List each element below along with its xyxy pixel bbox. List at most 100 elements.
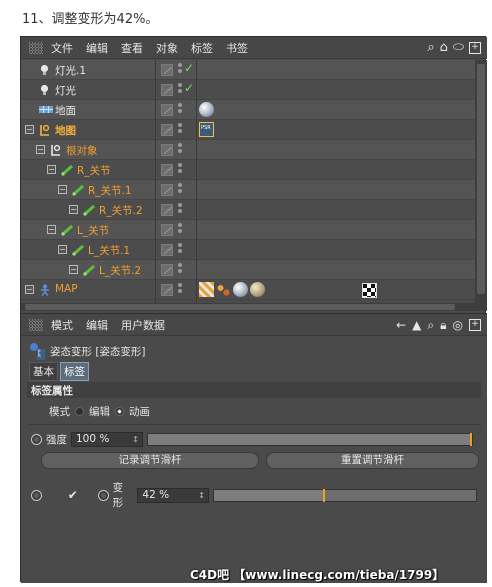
layer-swatch[interactable] — [161, 224, 173, 236]
expand-toggle-icon[interactable]: − — [69, 265, 78, 274]
visibility-dots-icon[interactable] — [178, 183, 183, 197]
sphere2-tag-icon[interactable] — [250, 282, 265, 297]
layer-swatch[interactable] — [161, 64, 173, 76]
stepper-arrows-icon[interactable]: ↕ — [198, 489, 205, 502]
tree-row[interactable]: − L_关节.1 — [21, 240, 475, 260]
expand-toggle-icon[interactable]: − — [58, 245, 67, 254]
strength-input[interactable]: 100 % ↕ — [71, 432, 143, 447]
expand-toggle-icon[interactable]: − — [69, 205, 78, 214]
morph-keyframe-button[interactable] — [97, 489, 109, 501]
sphere-tag-icon[interactable] — [199, 102, 214, 117]
layer-swatch[interactable] — [161, 204, 173, 216]
tree-row[interactable]: − R_关节 — [21, 160, 475, 180]
tree-row[interactable]: − L_关节 — [21, 220, 475, 240]
tree-horizontal-scrollbar[interactable] — [21, 303, 487, 311]
visibility-dots-icon[interactable] — [178, 243, 183, 257]
visibility-dots-icon[interactable] — [178, 203, 183, 217]
visibility-dots-icon[interactable] — [178, 103, 183, 117]
tab-tag[interactable]: 标签 — [60, 362, 89, 381]
object-name[interactable]: L_关节.1 — [88, 243, 130, 258]
strength-slider-handle[interactable] — [470, 433, 472, 446]
enabled-check-icon[interactable]: ✓ — [184, 61, 194, 75]
object-name[interactable]: 灯光.1 — [55, 63, 86, 78]
new-panel-icon[interactable]: + — [469, 41, 481, 54]
tree-row[interactable]: − 地图 — [21, 120, 475, 140]
mode-animate-radio[interactable] — [115, 407, 124, 416]
link-icon[interactable]: ⬭ — [453, 40, 464, 55]
record-sliders-button[interactable]: 记录调节滑杆 — [41, 452, 259, 469]
expand-toggle-icon[interactable]: − — [58, 185, 67, 194]
visibility-dots-icon[interactable] — [178, 63, 183, 77]
menu-mode[interactable]: 模式 — [51, 317, 73, 333]
mode-edit-radio[interactable] — [75, 407, 84, 416]
layer-swatch[interactable] — [161, 104, 173, 116]
visibility-dots-icon[interactable] — [178, 123, 183, 137]
tree-row[interactable]: − R_关节.2 — [21, 200, 475, 220]
menu-edit[interactable]: 编辑 — [86, 40, 108, 56]
menu-file[interactable]: 文件 — [51, 40, 73, 56]
layer-swatch[interactable] — [161, 124, 173, 136]
object-name[interactable]: 地图 — [55, 123, 76, 138]
menu-view[interactable]: 查看 — [121, 40, 143, 56]
menu-bookmarks[interactable]: 书签 — [226, 40, 248, 56]
morph-slider[interactable] — [212, 488, 477, 502]
reset-sliders-button[interactable]: 重置调节滑杆 — [266, 452, 479, 469]
strength-keyframe-button[interactable] — [31, 434, 42, 445]
expand-toggle-icon[interactable]: − — [47, 165, 56, 174]
layer-swatch[interactable] — [161, 244, 173, 256]
expand-toggle-icon[interactable]: − — [47, 225, 56, 234]
object-name[interactable]: R_关节.1 — [88, 183, 132, 198]
panel-grip-icon[interactable] — [29, 41, 43, 54]
expand-toggle-icon[interactable]: − — [36, 145, 45, 154]
tree-row[interactable]: 灯光.1 ✓ — [21, 60, 475, 80]
visibility-dots-icon[interactable] — [178, 263, 183, 277]
tree-row[interactable]: − MAP — [21, 280, 475, 300]
search-icon[interactable]: ⌕ — [427, 318, 434, 332]
menu-objects[interactable]: 对象 — [156, 40, 178, 56]
lock-icon[interactable]: 🔒︎ — [440, 318, 446, 332]
visibility-dots-icon[interactable] — [178, 223, 183, 237]
visibility-dots-icon[interactable] — [178, 83, 183, 97]
tree-vertical-scrollbar[interactable] — [475, 60, 487, 303]
morph-enable-checkbox[interactable]: ✔ — [68, 489, 80, 501]
morph-enable-keyframe-button[interactable] — [31, 489, 42, 501]
new-panel-icon[interactable]: + — [469, 319, 481, 331]
tab-basic[interactable]: 基本 — [29, 362, 58, 381]
enabled-check-icon[interactable]: ✓ — [184, 81, 194, 95]
morph-slider-handle[interactable] — [323, 488, 325, 502]
strength-slider[interactable] — [147, 433, 473, 446]
object-name[interactable]: MAP — [55, 283, 78, 295]
object-name[interactable]: L_关节 — [77, 223, 109, 238]
object-name[interactable]: 根对象 — [66, 143, 98, 158]
object-name[interactable]: R_关节.2 — [99, 203, 143, 218]
pose-tag-icon[interactable] — [199, 122, 214, 137]
menu-edit[interactable]: 编辑 — [86, 317, 108, 333]
tree-row[interactable]: − 根对象 — [21, 140, 475, 160]
morph-input[interactable]: 42 % ↕ — [137, 487, 209, 503]
tree-row[interactable]: 地面 — [21, 100, 475, 120]
expand-toggle-icon[interactable]: − — [25, 285, 34, 294]
layer-swatch[interactable] — [161, 144, 173, 156]
tree-row[interactable]: − R_关节.1 — [21, 180, 475, 200]
menu-tags[interactable]: 标签 — [191, 40, 213, 56]
panel-grip-icon[interactable] — [29, 318, 43, 331]
object-name[interactable]: 地面 — [55, 103, 76, 118]
check-tag-icon[interactable] — [362, 283, 377, 298]
visibility-dots-icon[interactable] — [178, 143, 183, 157]
layer-swatch[interactable] — [161, 264, 173, 276]
back-arrow-icon[interactable]: ← — [396, 318, 406, 332]
object-name[interactable]: R_关节 — [77, 163, 111, 178]
menu-user-data[interactable]: 用户数据 — [121, 317, 165, 333]
scrollbar-thumb[interactable] — [477, 64, 485, 294]
layer-swatch[interactable] — [161, 184, 173, 196]
visibility-dots-icon[interactable] — [178, 283, 183, 297]
flag-tag-icon[interactable] — [199, 282, 214, 297]
scrollbar-thumb[interactable] — [25, 304, 455, 310]
object-name[interactable]: L_关节.2 — [99, 263, 141, 278]
layer-swatch[interactable] — [161, 284, 173, 296]
home-icon[interactable]: ⌂ — [440, 40, 448, 55]
visibility-dots-icon[interactable] — [178, 163, 183, 177]
dots2-tag-icon[interactable] — [216, 282, 231, 297]
expand-toggle-icon[interactable]: − — [25, 125, 34, 134]
search-icon[interactable]: ⌕ — [427, 40, 434, 55]
